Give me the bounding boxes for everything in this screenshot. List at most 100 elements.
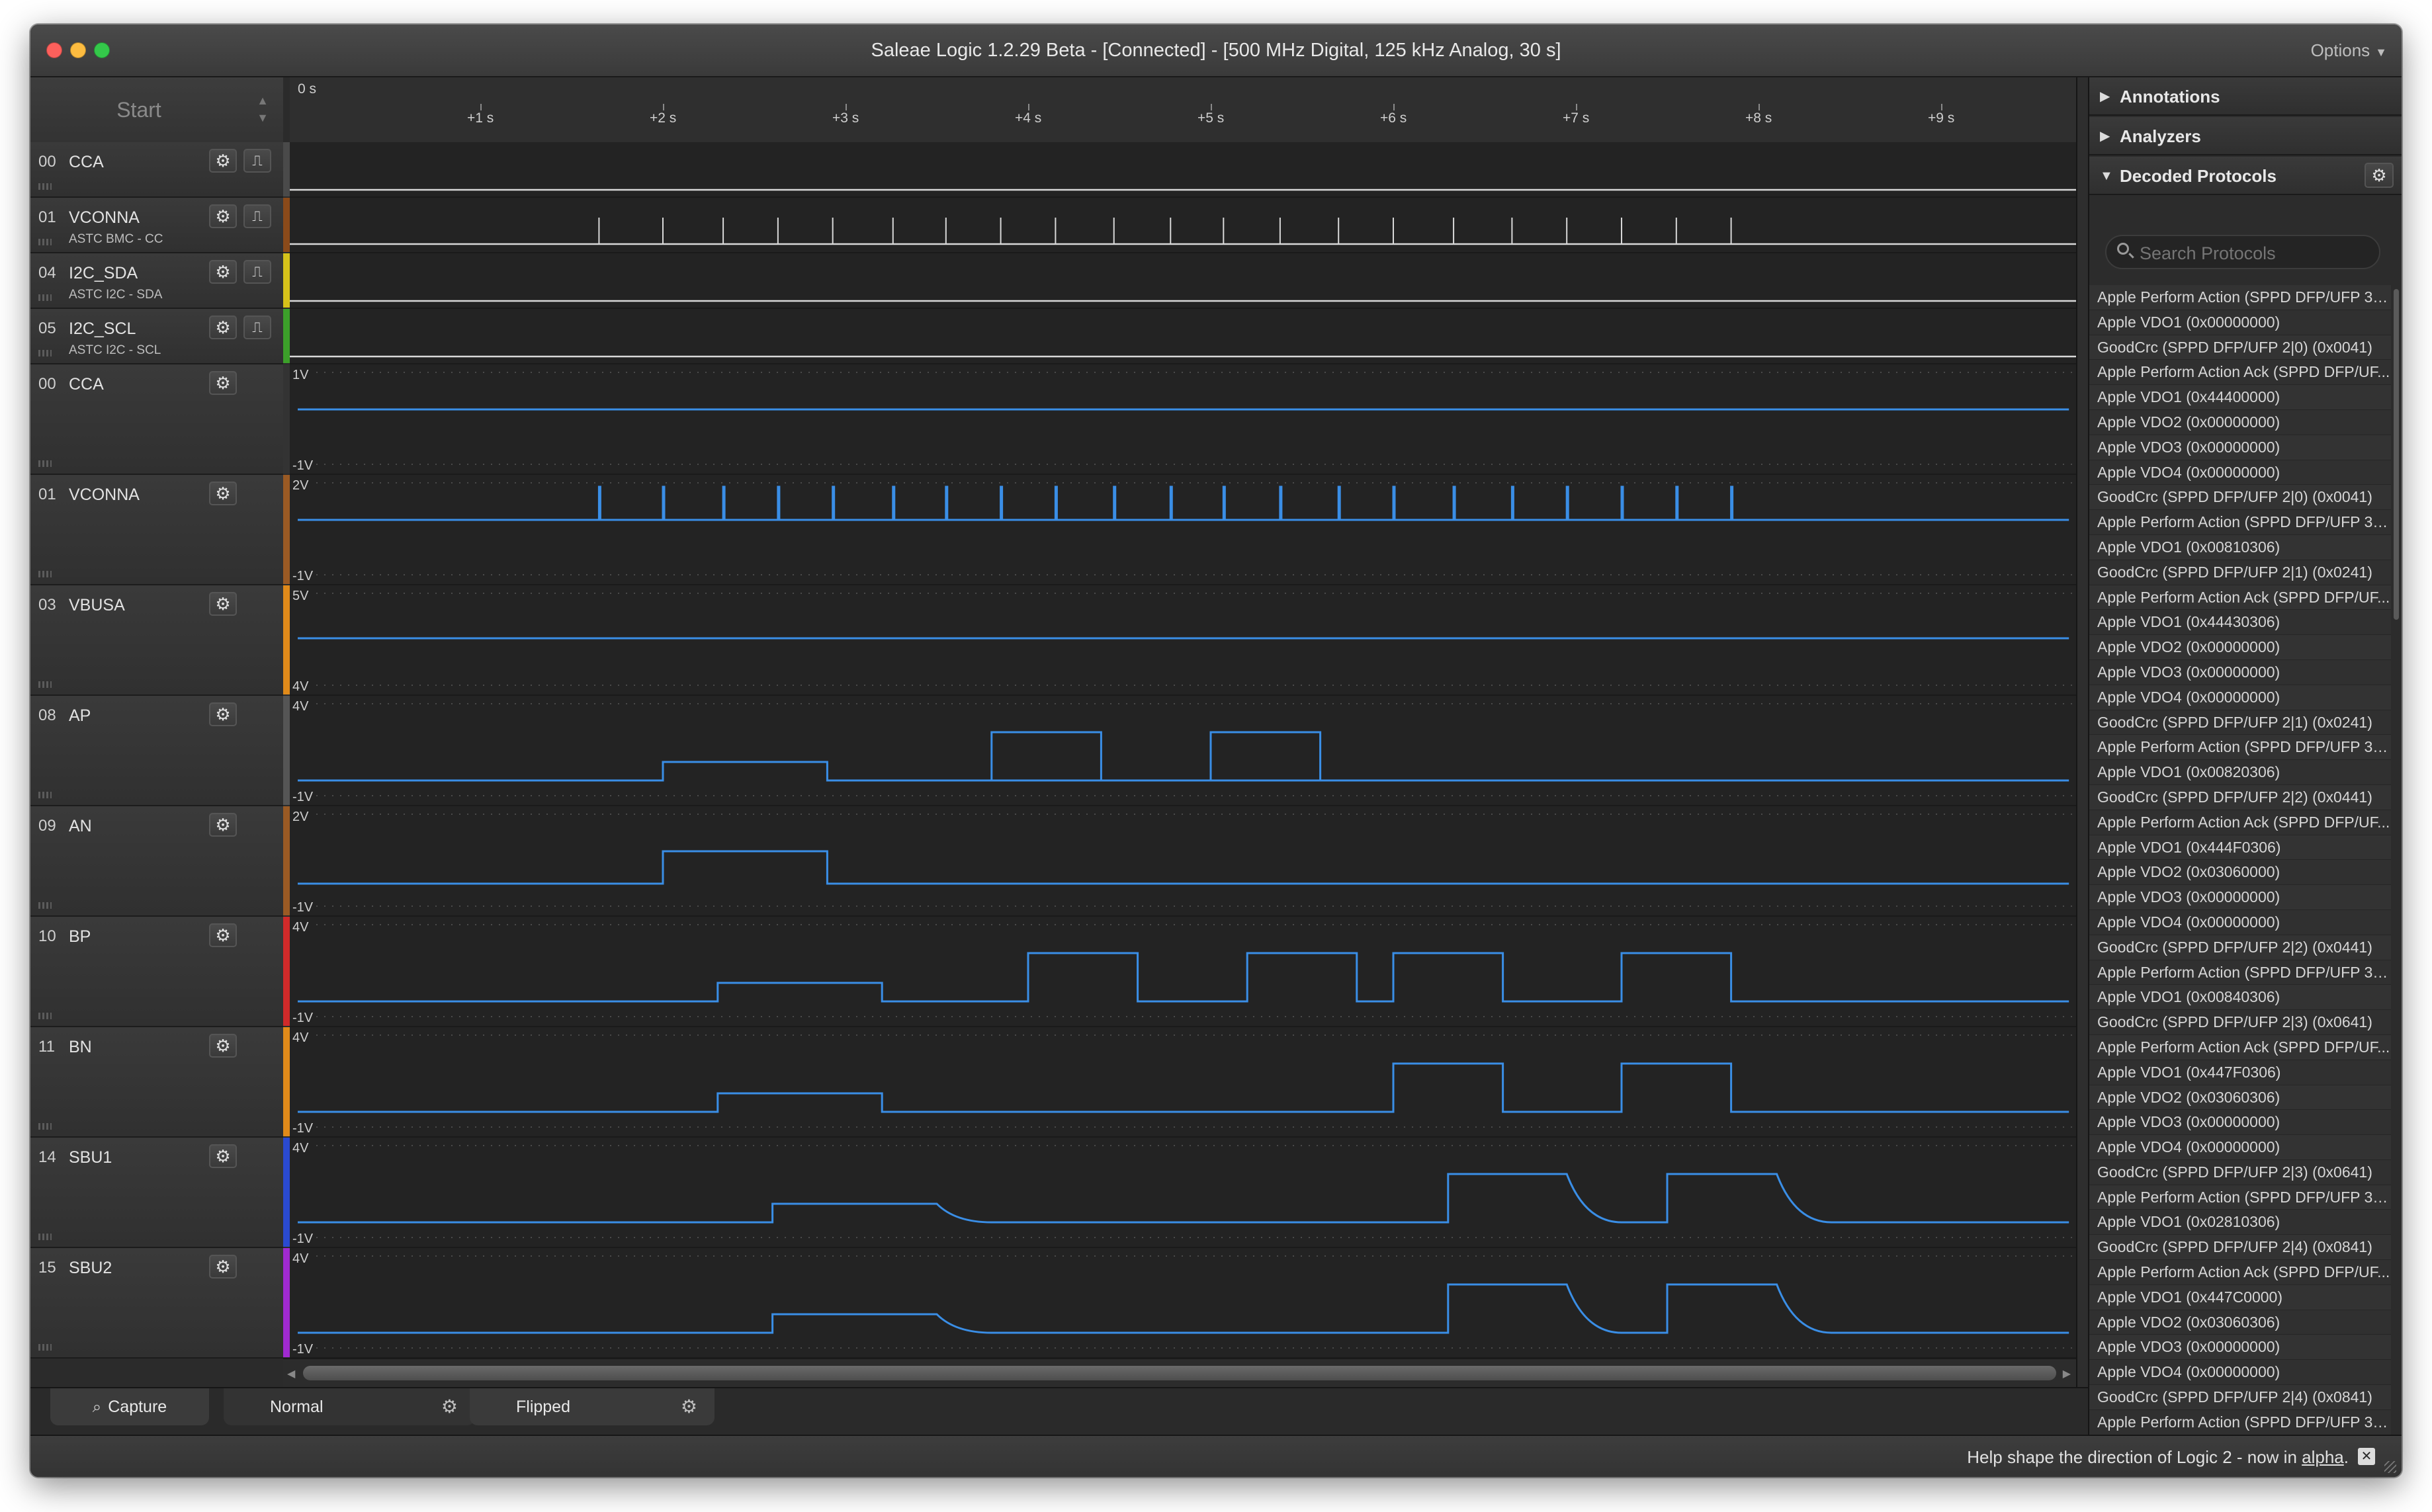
protocol-list-item[interactable]: Apple VDO4 (0x00000000) [2089, 460, 2391, 485]
protocol-list-item[interactable]: Apple Perform Action (SPPD DFP/UFP 3|5..… [2089, 1409, 2391, 1435]
waveform-area[interactable]: 1V -1V 2V -1V 5V 4V 4V -1V 2V -1V 4V -1V 4V -1V 4V -1V 4… [290, 142, 2076, 1387]
drag-handle-icon[interactable] [38, 1123, 52, 1130]
protocol-list-item[interactable]: Apple VDO1 (0x447C0000) [2089, 1284, 2391, 1310]
annotations-section-header[interactable]: ▶ Annotations [2089, 77, 2402, 116]
protocol-list-item[interactable]: Apple Perform Action Ack (SPPD DFP/UF... [2089, 360, 2391, 386]
channel-name[interactable]: VCONNA [69, 485, 140, 505]
channel-row[interactable]: 00 CCA ⚙ [30, 364, 283, 475]
start-button[interactable]: Start [30, 77, 247, 142]
drag-handle-icon[interactable] [38, 571, 52, 577]
protocol-list-item[interactable]: Apple VDO1 (0x00840306) [2089, 985, 2391, 1011]
channel-row[interactable]: 09 AN ⚙ [30, 806, 283, 917]
protocol-list-item[interactable]: Apple VDO3 (0x00000000) [2089, 1110, 2391, 1136]
channel-name[interactable]: SBU2 [69, 1259, 112, 1278]
protocol-list-item[interactable]: Apple VDO1 (0x00820306) [2089, 760, 2391, 785]
protocol-list-item[interactable]: GoodCrc (SPPD DFP/UFP 2|2) (0x0441) [2089, 935, 2391, 960]
protocol-list-item[interactable]: Apple Perform Action Ack (SPPD DFP/UF... [2089, 810, 2391, 835]
protocol-list-item[interactable]: Apple VDO1 (0x444F0306) [2089, 835, 2391, 861]
start-options-stepper[interactable]: ▲ ▼ [253, 92, 273, 129]
protocol-list-item[interactable]: Apple VDO1 (0x44430306) [2089, 610, 2391, 636]
protocol-list-item[interactable]: Apple VDO2 (0x00000000) [2089, 635, 2391, 660]
gear-icon[interactable]: ⚙ [209, 260, 237, 284]
gear-icon[interactable]: ⚙ [209, 482, 237, 505]
protocol-list-item[interactable]: GoodCrc (SPPD DFP/UFP 2|3) (0x0641) [2089, 1159, 2391, 1185]
protocol-list-item[interactable]: Apple VDO3 (0x00000000) [2089, 659, 2391, 685]
channel-name[interactable]: CCA [69, 153, 104, 172]
gear-icon[interactable]: ⚙ [209, 149, 237, 173]
channel-name[interactable]: I2C_SDA [69, 264, 138, 283]
protocol-list-item[interactable]: Apple VDO4 (0x00000000) [2089, 1135, 2391, 1160]
protocol-list-scrollbar[interactable] [2394, 289, 2399, 620]
channel-name[interactable]: CCA [69, 375, 104, 394]
protocol-list-item[interactable]: Apple VDO2 (0x00000000) [2089, 409, 2391, 435]
search-input[interactable] [2138, 243, 2372, 265]
drag-handle-icon[interactable] [38, 1234, 52, 1240]
channel-row[interactable]: 10 BP ⚙ [30, 917, 283, 1027]
protocol-list-item[interactable]: GoodCrc (SPPD DFP/UFP 2|0) (0x0041) [2089, 335, 2391, 360]
protocol-list-item[interactable]: Apple VDO2 (0x03060000) [2089, 860, 2391, 886]
drag-handle-icon[interactable] [38, 681, 52, 688]
protocol-list-item[interactable]: Apple VDO1 (0x44400000) [2089, 385, 2391, 410]
protocol-list-item[interactable]: Apple Perform Action Ack (SPPD DFP/UF... [2089, 1260, 2391, 1285]
protocol-list-item[interactable]: Apple VDO3 (0x00000000) [2089, 1335, 2391, 1361]
protocol-list-item[interactable]: GoodCrc (SPPD DFP/UFP 2|1) (0x0241) [2089, 560, 2391, 585]
protocol-list-item[interactable]: Apple Perform Action Ack (SPPD DFP/UF... [2089, 1034, 2391, 1060]
protocol-list-item[interactable]: Apple Perform Action Ack (SPPD DFP/UF... [2089, 585, 2391, 610]
trigger-icon[interactable]: ⎍ [243, 315, 271, 339]
protocol-list-item[interactable]: GoodCrc (SPPD DFP/UFP 2|2) (0x0441) [2089, 784, 2391, 810]
gear-icon[interactable]: ⚙ [209, 204, 237, 228]
protocol-list-item[interactable]: GoodCrc (SPPD DFP/UFP 2|0) (0x0041) [2089, 485, 2391, 511]
channel-row[interactable]: 08 AP ⚙ [30, 696, 283, 806]
channel-row[interactable]: 03 VBUSA ⚙ [30, 585, 283, 696]
time-ruler[interactable]: 0 s +1 s +2 s +3 s +4 s +5 s +6 s +7 s +8 s +9 s [290, 77, 2076, 144]
protocol-list-item[interactable]: Apple VDO4 (0x00000000) [2089, 685, 2391, 710]
drag-handle-icon[interactable] [38, 1344, 52, 1351]
drag-handle-icon[interactable] [38, 460, 52, 467]
channel-name[interactable]: I2C_SCL [69, 319, 136, 339]
channel-name[interactable]: BN [69, 1038, 92, 1057]
drag-handle-icon[interactable] [38, 294, 52, 301]
drag-handle-icon[interactable] [38, 902, 52, 909]
channel-row[interactable]: 15 SBU2 ⚙ [30, 1248, 283, 1359]
protocol-list-item[interactable]: Apple Perform Action (SPPD DFP/UFP 3|1..… [2089, 510, 2391, 535]
gear-icon[interactable]: ⚙ [209, 592, 237, 616]
gear-icon[interactable]: ⚙ [209, 1034, 237, 1058]
drag-handle-icon[interactable] [38, 350, 52, 357]
channel-row[interactable]: 04 I2C_SDA ASTC I2C - SDA ⚙ ⎍ [30, 253, 283, 309]
search-protocols-box[interactable] [2105, 235, 2380, 269]
trigger-icon[interactable]: ⎍ [243, 260, 271, 284]
gear-icon[interactable]: ⚙ [681, 1388, 697, 1425]
channel-name[interactable]: AN [69, 817, 92, 836]
tab-flipped[interactable]: Flipped ⚙ [470, 1388, 715, 1425]
protocol-list-item[interactable]: Apple VDO2 (0x03060306) [2089, 1310, 2391, 1335]
gear-icon[interactable]: ⚙ [209, 371, 237, 395]
scroll-left-icon[interactable]: ◀ [287, 1367, 295, 1380]
channel-name[interactable]: BP [69, 927, 91, 946]
protocol-list-item[interactable]: Apple Perform Action (SPPD DFP/UFP 3|0..… [2089, 285, 2391, 310]
gear-icon[interactable]: ⚙ [209, 1144, 237, 1168]
drag-handle-icon[interactable] [38, 792, 52, 798]
analyzers-section-header[interactable]: ▶ Analyzers [2089, 117, 2402, 155]
gear-icon[interactable]: ⚙ [209, 923, 237, 947]
protocol-list-item[interactable]: GoodCrc (SPPD DFP/UFP 2|4) (0x0841) [2089, 1235, 2391, 1261]
options-menu-button[interactable]: Options ▼ [2311, 24, 2387, 76]
tab-capture[interactable]: ⌕ Capture [50, 1388, 209, 1425]
trigger-icon[interactable]: ⎍ [243, 149, 271, 173]
protocol-list-item[interactable]: Apple VDO1 (0x00000000) [2089, 310, 2391, 335]
channel-row[interactable]: 14 SBU1 ⚙ [30, 1138, 283, 1248]
drag-handle-icon[interactable] [38, 183, 52, 190]
trigger-icon[interactable]: ⎍ [243, 204, 271, 228]
resize-grip-icon[interactable] [2384, 1461, 2396, 1473]
channel-name[interactable]: AP [69, 706, 91, 726]
protocol-list-item[interactable]: Apple Perform Action (SPPD DFP/UFP 3|2..… [2089, 735, 2391, 761]
gear-icon[interactable]: ⚙ [209, 315, 237, 339]
channel-name[interactable]: VBUSA [69, 596, 125, 615]
gear-icon[interactable]: ⚙ [209, 813, 237, 837]
alpha-link[interactable]: alpha [2302, 1447, 2344, 1467]
protocol-list-item[interactable]: Apple VDO4 (0x00000000) [2089, 1360, 2391, 1386]
decoded-protocols-section-header[interactable]: ▼ Decoded Protocols ⚙ [2089, 157, 2402, 195]
channel-row[interactable]: 11 BN ⚙ [30, 1027, 283, 1138]
gear-icon[interactable]: ⚙ [2365, 163, 2394, 188]
drag-handle-icon[interactable] [38, 239, 52, 245]
scroll-right-icon[interactable]: ▶ [2063, 1367, 2071, 1380]
